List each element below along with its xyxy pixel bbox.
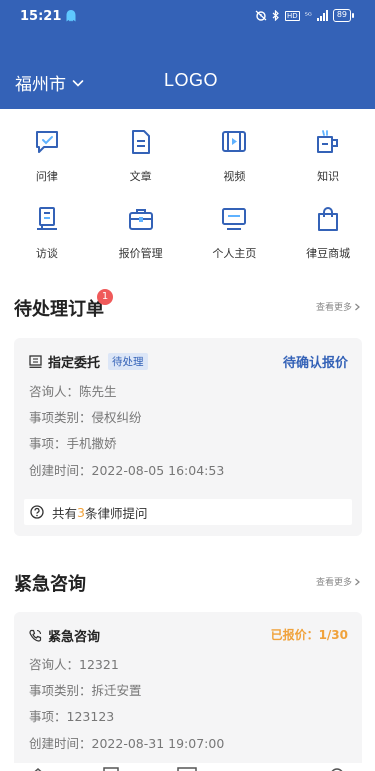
view-more-label: 查看更多 <box>315 578 352 588</box>
grid-label: 报价管理 <box>118 247 163 260</box>
chat-icon <box>35 131 58 153</box>
field-value: 12321 <box>79 657 119 672</box>
grid-label: 访谈 <box>35 247 58 260</box>
field-value: 侵权纠纷 <box>91 410 142 425</box>
quote-status: 已报价：1/30 <box>270 628 348 642</box>
film-icon <box>222 131 247 152</box>
lawyer-questions-bar[interactable]: 共有 3 条律师提问 <box>24 499 352 525</box>
field-label: 创建时间： <box>29 736 92 751</box>
bottom-nav <box>0 763 375 771</box>
grid-item-lvdou-mall[interactable]: 律豆商城 <box>281 206 375 276</box>
notification-badge: 1 <box>97 289 113 305</box>
question-count: 3 <box>77 504 85 520</box>
interview-icon <box>36 207 57 230</box>
phone-icon <box>29 629 42 642</box>
document-icon <box>131 130 150 154</box>
view-more-pending-link[interactable]: 查看更多 <box>316 300 361 313</box>
hd-icon: HD <box>285 10 300 21</box>
grid-item-article[interactable]: 文章 <box>94 129 188 199</box>
grid-item-wenlv[interactable]: 问律 <box>0 129 94 199</box>
field-label: 事项类别： <box>29 410 92 425</box>
category-row: 事项类别：侵权纠纷 <box>29 407 142 426</box>
urgent-consultation-card[interactable]: 紧急咨询 已报价：1/30 咨询人：12321 事项类别：拆迁安置 事项：123… <box>14 612 362 771</box>
status-tag: 待处理 <box>108 353 148 370</box>
question-prefix: 共有 <box>52 505 78 521</box>
question-circle-icon <box>30 505 44 519</box>
grid-label: 知识 <box>317 170 340 183</box>
consultant-row: 咨询人：12321 <box>29 654 119 673</box>
field-value: 手机撒娇 <box>66 436 117 451</box>
field-value: 拆迁安置 <box>91 683 142 698</box>
signal-icon <box>316 10 328 21</box>
matter-row: 事项：手机撒娇 <box>29 433 117 452</box>
order-status: 待确认报价 <box>282 356 348 371</box>
briefcase-icon <box>128 209 153 230</box>
ghost-icon <box>66 10 76 22</box>
field-value: 陈先生 <box>79 384 117 399</box>
bluetooth-icon <box>272 10 279 21</box>
chevron-right-icon <box>355 578 360 585</box>
field-label: 咨询人： <box>29 657 80 672</box>
alarm-icon <box>255 10 267 21</box>
field-value: 123123 <box>66 709 115 724</box>
view-more-urgent-link[interactable]: 查看更多 <box>316 575 361 588</box>
section-title-pending-orders: 待处理订单 <box>14 299 104 320</box>
grid-label: 问律 <box>35 170 58 183</box>
pending-order-card[interactable]: 指定委托 待处理 待确认报价 咨询人：陈先生 事项类别：侵权纠纷 事项：手机撒娇… <box>14 338 362 536</box>
feature-grid: 问律 文章 视频 知识 访谈 报价管理 个人主页 律豆商城 <box>0 109 375 277</box>
grid-label: 文章 <box>129 170 152 183</box>
view-more-label: 查看更多 <box>315 303 352 313</box>
contract-icon <box>29 355 42 368</box>
battery-icon: 89 <box>332 9 355 22</box>
order-type: 指定委托 <box>48 356 101 371</box>
lawyers-icon[interactable] <box>248 766 270 771</box>
field-label: 创建时间： <box>29 463 92 478</box>
profile-icon[interactable] <box>326 766 348 771</box>
grid-item-knowledge[interactable]: 知识 <box>281 129 375 199</box>
card-header: 紧急咨询 <box>29 626 100 645</box>
shopping-bag-icon <box>318 207 339 231</box>
grid-label: 个人主页 <box>212 247 257 260</box>
chevron-right-icon <box>355 303 360 310</box>
consultant-row: 咨询人：陈先生 <box>29 381 117 400</box>
book-icon <box>317 130 339 153</box>
consultation-type: 紧急咨询 <box>48 630 101 645</box>
matter-row: 事项：123123 <box>29 706 114 725</box>
network-type: ⁵ᴳ <box>304 11 312 20</box>
chevron-down-icon <box>72 79 84 87</box>
app-header: 15:21 HD ⁵ᴳ 89 福州市 LOGO <box>0 0 375 109</box>
field-label: 事项： <box>29 709 67 724</box>
city-selector[interactable]: 福州市 <box>15 70 84 95</box>
field-value: 2022-08-05 16:04:53 <box>91 463 225 478</box>
card-header: 指定委托 待处理 <box>29 352 148 371</box>
grid-label: 律豆商城 <box>306 247 351 260</box>
logo: LOGO <box>164 70 219 90</box>
grid-label: 视频 <box>223 170 246 183</box>
messages-icon[interactable] <box>176 766 198 771</box>
field-label: 咨询人： <box>29 384 80 399</box>
field-label: 事项： <box>29 436 67 451</box>
section-title-urgent: 紧急咨询 <box>14 574 86 595</box>
status-time: 15:21 <box>20 9 62 24</box>
home-icon[interactable] <box>27 766 49 771</box>
grid-item-quote-management[interactable]: 报价管理 <box>94 206 188 276</box>
status-icons: HD ⁵ᴳ 89 <box>255 9 355 22</box>
orders-icon[interactable] <box>100 766 122 771</box>
grid-item-video[interactable]: 视频 <box>188 129 282 199</box>
grid-item-interview[interactable]: 访谈 <box>0 206 94 276</box>
question-suffix: 条律师提问 <box>84 505 148 521</box>
status-bar: 15:21 HD ⁵ᴳ 89 <box>0 0 375 34</box>
field-label: 事项类别： <box>29 683 92 698</box>
category-row: 事项类别：拆迁安置 <box>29 680 142 699</box>
created-time-row: 创建时间：2022-08-31 19:07:00 <box>29 733 224 752</box>
monitor-icon <box>222 208 247 230</box>
grid-item-personal-homepage[interactable]: 个人主页 <box>188 206 282 276</box>
created-time-row: 创建时间：2022-08-05 16:04:53 <box>29 460 224 479</box>
city-label: 福州市 <box>15 75 66 95</box>
field-value: 2022-08-31 19:07:00 <box>91 736 225 751</box>
